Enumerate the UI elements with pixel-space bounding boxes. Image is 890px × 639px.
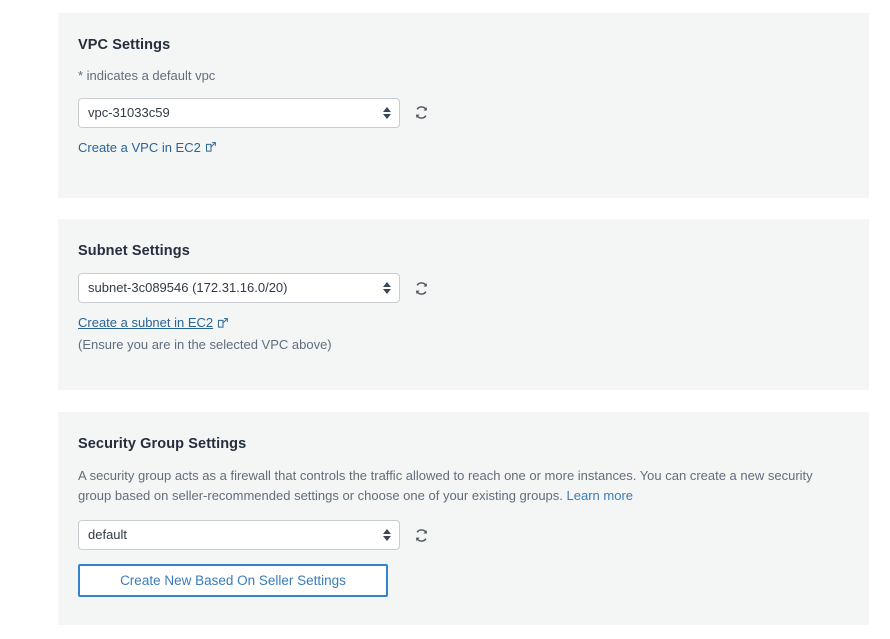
vpc-refresh-button[interactable]	[411, 103, 431, 123]
vpc-select-row: vpc-31033c59	[78, 98, 849, 128]
create-subnet-link-label: Create a subnet in EC2	[78, 315, 213, 330]
subnet-settings-panel: Subnet Settings subnet-3c089546 (172.31.…	[58, 219, 869, 390]
external-link-icon	[217, 317, 229, 329]
settings-page: VPC Settings * indicates a default vpc v…	[0, 0, 890, 639]
subnet-settings-title: Subnet Settings	[78, 243, 849, 259]
security-group-select-row: default	[78, 520, 849, 550]
security-group-refresh-button[interactable]	[411, 525, 431, 545]
vpc-select-wrapper: vpc-31033c59	[78, 98, 400, 128]
external-link-icon	[205, 141, 217, 153]
subnet-select-row: subnet-3c089546 (172.31.16.0/20)	[78, 273, 849, 303]
create-vpc-in-ec2-link[interactable]: Create a VPC in EC2	[78, 140, 217, 155]
vpc-select[interactable]: vpc-31033c59	[78, 98, 400, 128]
subnet-select-wrapper: subnet-3c089546 (172.31.16.0/20)	[78, 273, 400, 303]
vpc-default-hint: * indicates a default vpc	[78, 67, 849, 86]
create-vpc-link-label: Create a VPC in EC2	[78, 140, 201, 155]
create-subnet-in-ec2-link[interactable]: Create a subnet in EC2	[78, 315, 229, 330]
vpc-settings-panel: VPC Settings * indicates a default vpc v…	[58, 13, 869, 198]
security-group-select[interactable]: default	[78, 520, 400, 550]
security-group-description: A security group acts as a firewall that…	[78, 466, 849, 506]
create-new-security-group-button[interactable]: Create New Based On Seller Settings	[78, 564, 388, 597]
security-group-settings-panel: Security Group Settings A security group…	[58, 412, 869, 625]
create-subnet-link-block: Create a subnet in EC2 (Ensure you are i…	[78, 315, 849, 352]
security-group-select-wrapper: default	[78, 520, 400, 550]
security-group-settings-title: Security Group Settings	[78, 436, 849, 452]
create-vpc-link-block: Create a VPC in EC2	[78, 140, 849, 155]
refresh-icon	[414, 281, 429, 296]
refresh-icon	[414, 528, 429, 543]
subnet-vpc-note: (Ensure you are in the selected VPC abov…	[78, 337, 849, 352]
security-group-description-text: A security group acts as a firewall that…	[78, 468, 813, 503]
subnet-refresh-button[interactable]	[411, 278, 431, 298]
vpc-settings-title: VPC Settings	[78, 37, 849, 53]
refresh-icon	[414, 105, 429, 120]
learn-more-link[interactable]: Learn more	[567, 488, 633, 503]
subnet-select[interactable]: subnet-3c089546 (172.31.16.0/20)	[78, 273, 400, 303]
